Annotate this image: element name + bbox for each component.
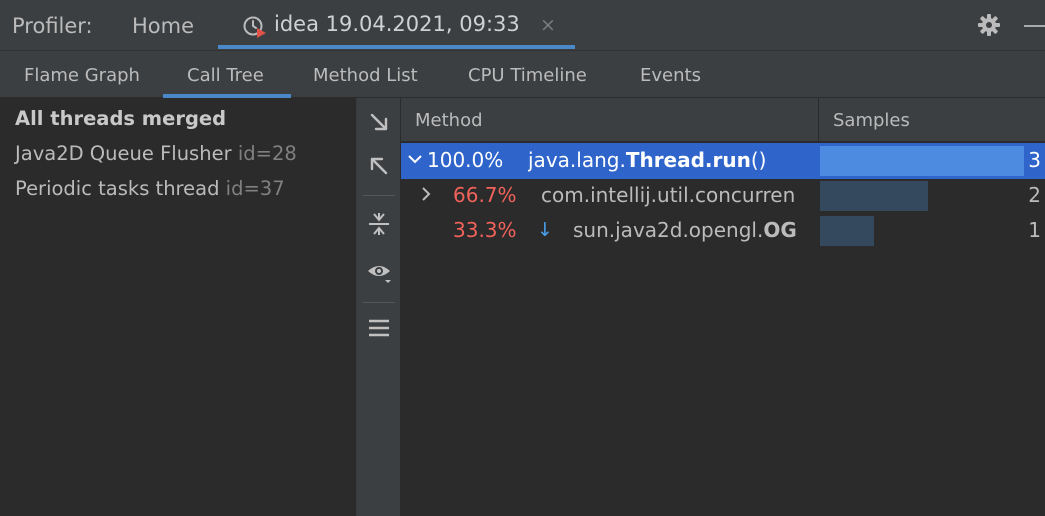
column-header-samples[interactable]: Samples (833, 110, 910, 131)
tab-method-list[interactable]: Method List (313, 65, 418, 86)
method-package: java.lang. (528, 148, 626, 172)
thread-name: Java2D Queue Flusher (15, 142, 232, 165)
tab-home[interactable]: Home (132, 14, 194, 38)
samples-bar (820, 181, 928, 211)
tool-window-header: Profiler: Home idea 19.04.2021, 09:33 × (0, 0, 1045, 51)
row-percent: 100.0% (427, 148, 504, 172)
thread-name: Periodic tasks thread (15, 177, 220, 200)
call-tree-table: Method Samples 100.0% java.lang.Thread.r… (401, 98, 1045, 516)
session-tab-label: idea 19.04.2021, 09:33 (274, 12, 520, 36)
samples-count: 1 (1028, 218, 1041, 242)
collapse-arrow-icon[interactable] (365, 152, 393, 180)
tree-toolbar (357, 98, 401, 516)
method-package: sun.java2d.opengl. (573, 218, 764, 242)
samples-count: 2 (1028, 183, 1041, 207)
thread-name: All threads merged (15, 107, 227, 130)
method-cell: com.intellij.util.concurren (541, 178, 818, 214)
thread-id: id=28 (237, 142, 297, 165)
row-method: com.intellij.util.concurren (541, 183, 796, 207)
table-row[interactable]: 100.0% java.lang.Thread.run() 3 (401, 143, 1045, 179)
toolbar-separator (363, 195, 395, 196)
minimize-icon[interactable] (1024, 25, 1045, 27)
chevron-right-icon[interactable] (417, 185, 435, 203)
thread-item-periodic-tasks[interactable]: Periodic tasks thread id=37 (15, 177, 285, 200)
thread-item-java2d-queue-flusher[interactable]: Java2D Queue Flusher id=28 (15, 142, 297, 165)
table-row[interactable]: 33.3% ↓ sun.java2d.opengl.OG 1 (401, 213, 1045, 249)
profiler-window: Profiler: Home idea 19.04.2021, 09:33 × (0, 0, 1045, 516)
row-percent: 33.3% (453, 218, 517, 242)
row-method: sun.java2d.opengl.OG (573, 218, 797, 242)
method-cell: java.lang.Thread.run() (528, 143, 818, 179)
samples-bar (820, 146, 1024, 176)
clock-run-icon (243, 16, 266, 38)
samples-count: 3 (1028, 148, 1041, 172)
close-icon[interactable]: × (540, 14, 556, 36)
arrow-down-icon: ↓ (537, 219, 553, 241)
method-cell: sun.java2d.opengl.OG (573, 213, 818, 249)
merge-vertical-icon[interactable] (365, 210, 393, 238)
tab-call-tree[interactable]: Call Tree (187, 65, 264, 86)
tab-events[interactable]: Events (640, 65, 701, 86)
column-header-method[interactable]: Method (415, 110, 483, 131)
menu-icon[interactable] (365, 314, 393, 342)
method-name: OG (763, 218, 797, 242)
samples-bar (820, 216, 874, 246)
thread-list: All threads merged Java2D Queue Flusher … (0, 98, 357, 516)
chevron-down-icon[interactable] (406, 150, 424, 168)
tab-flame-graph[interactable]: Flame Graph (24, 65, 140, 86)
samples-cell: 1 (820, 213, 1045, 249)
view-tabs: Flame Graph Call Tree Method List CPU Ti… (0, 51, 1045, 98)
expand-arrow-icon[interactable] (365, 108, 393, 136)
tab-session[interactable]: idea 19.04.2021, 09:33 × (218, 0, 575, 51)
gear-icon[interactable] (977, 13, 1001, 37)
method-name: Thread.run (625, 148, 751, 172)
samples-cell: 3 (820, 143, 1045, 179)
column-divider[interactable] (818, 98, 819, 142)
tab-cpu-timeline[interactable]: CPU Timeline (468, 65, 587, 86)
profiler-label: Profiler: (12, 14, 93, 38)
table-header: Method Samples (401, 98, 1045, 142)
row-method: java.lang.Thread.run() (528, 148, 766, 172)
thread-id: id=37 (225, 177, 285, 200)
active-tab-indicator (218, 45, 575, 49)
method-suffix: () (750, 148, 767, 172)
toolbar-separator (363, 302, 395, 303)
thread-item-all-merged[interactable]: All threads merged (15, 107, 226, 130)
table-row[interactable]: 66.7% com.intellij.util.concurren 2 (401, 178, 1045, 214)
row-percent: 66.7% (453, 183, 517, 207)
eye-icon[interactable] (365, 258, 393, 286)
samples-cell: 2 (820, 178, 1045, 214)
